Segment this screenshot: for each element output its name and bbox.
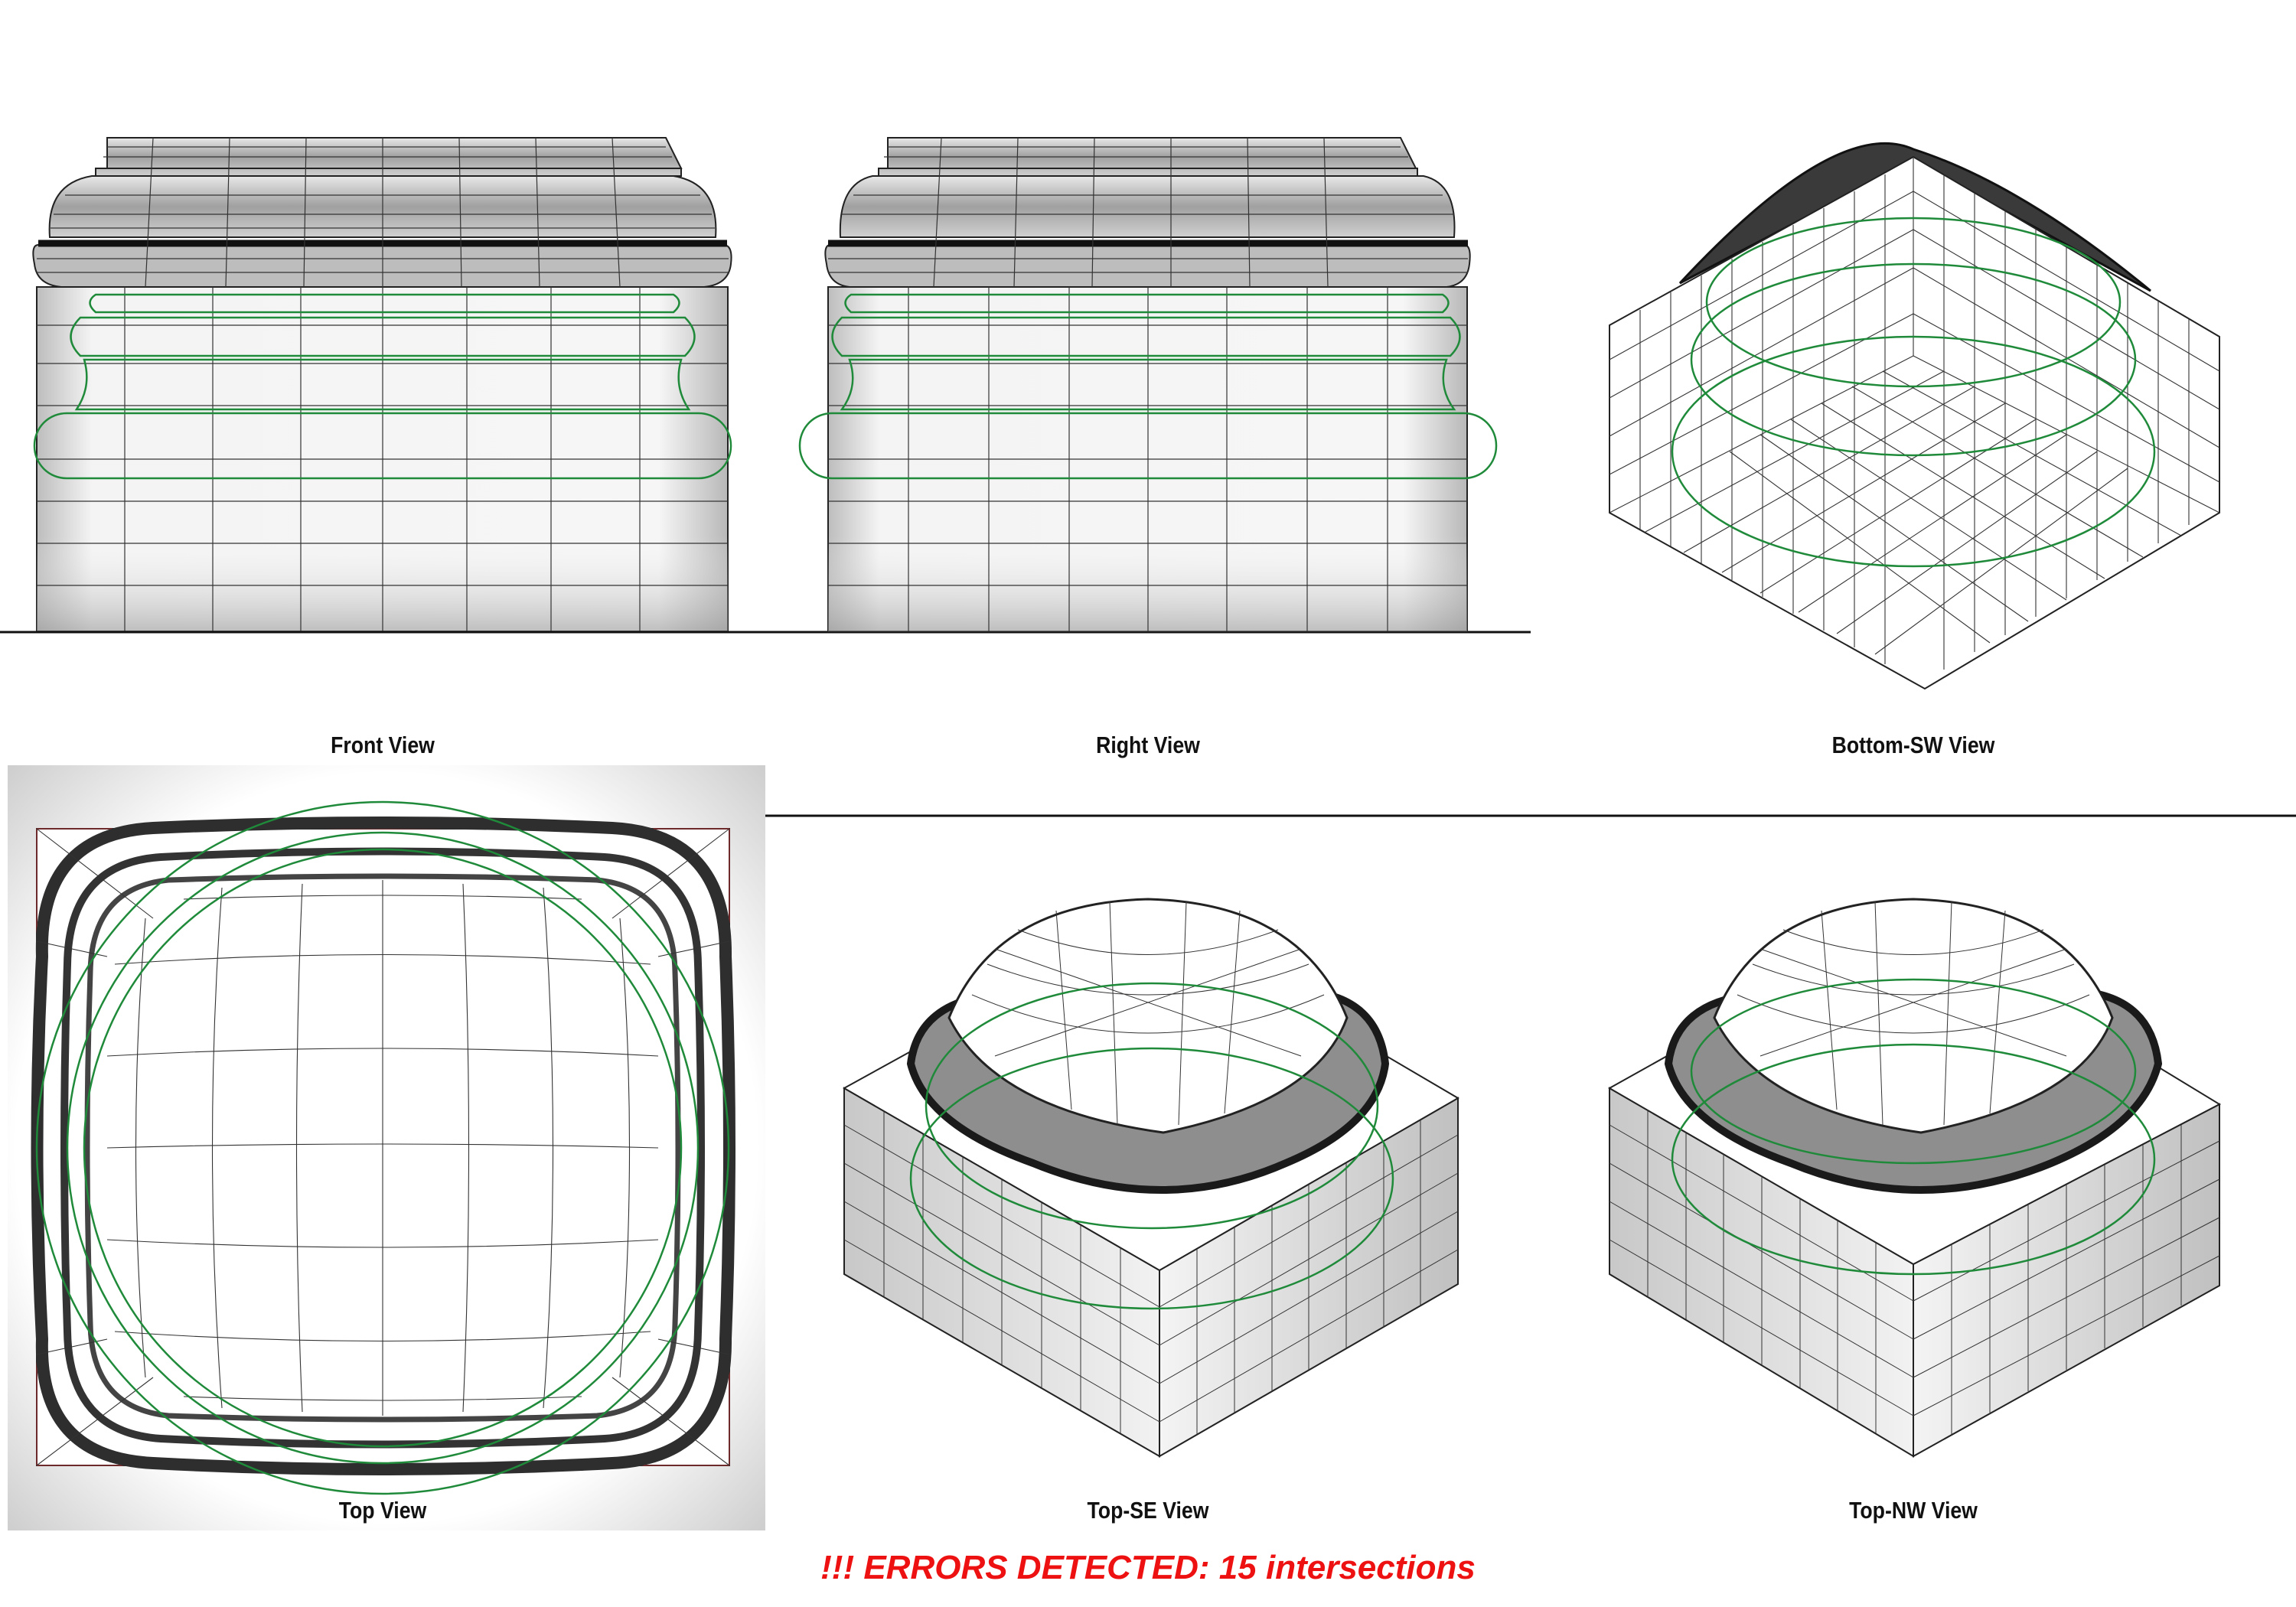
front-view-label: Front View [331,732,435,758]
top-se-view [842,898,1459,1458]
bottom-sw-view-label: Bottom-SW View [1831,732,1995,758]
drawing-canvas [0,137,2296,1530]
top-view-label: Top View [338,1497,427,1524]
top-nw-view [1607,898,2222,1458]
top-se-view-label: Top-SE View [1087,1497,1209,1524]
top-nw-view-label: Top-NW View [1849,1497,1978,1524]
top-view [8,765,765,1530]
right-view-label: Right View [1096,732,1200,758]
bottom-sw-view [1609,142,2220,690]
right-view [798,137,1498,632]
error-message: !!! ERRORS DETECTED: 15 intersections [820,1549,1476,1586]
